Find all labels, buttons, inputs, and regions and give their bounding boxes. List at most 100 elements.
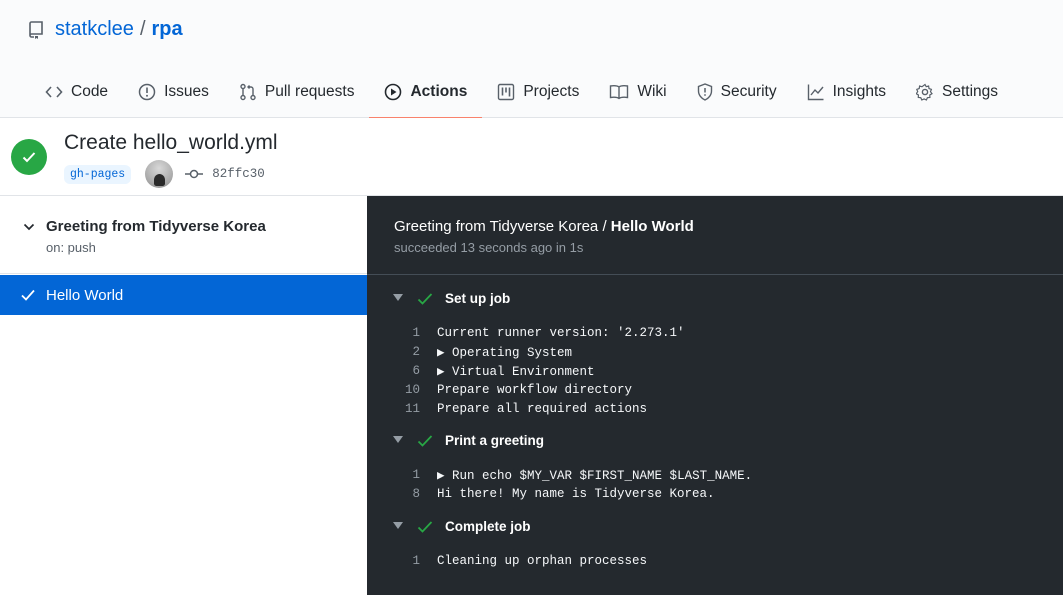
repo-icon <box>29 20 43 39</box>
log-header: Greeting from Tidyverse Korea / Hello Wo… <box>367 196 1063 275</box>
play-icon <box>385 83 402 101</box>
chevron-down-icon[interactable] <box>22 220 36 234</box>
line-number[interactable]: 10 <box>367 383 437 397</box>
log-line: 1 Cleaning up orphan processes <box>367 551 1063 570</box>
step-log-lines: 1 Cleaning up orphan processes <box>367 551 1063 570</box>
step-header[interactable]: Complete job <box>367 517 1063 539</box>
step-name: Complete job <box>445 519 531 534</box>
check-icon <box>417 435 433 447</box>
step-print-a-greeting: Print a greeting 1 ▶ Run echo $MY_VAR $FI… <box>367 431 1063 501</box>
log-line: 1 Current runner version: '2.273.1' <box>367 323 1063 342</box>
tab-settings[interactable]: Settings <box>901 66 1013 118</box>
job-log-panel: Greeting from Tidyverse Korea / Hello Wo… <box>367 196 1063 595</box>
workflow-name: Greeting from Tidyverse Korea <box>46 218 266 235</box>
repo-separator: / <box>139 18 146 40</box>
branch-label[interactable]: gh-pages <box>64 164 132 184</box>
step-header[interactable]: Print a greeting <box>367 431 1063 453</box>
run-meta: gh-pages 82ffc30 <box>64 160 265 188</box>
code-icon <box>45 86 63 98</box>
commit-icon <box>185 169 204 179</box>
step-log-lines: 1 ▶ Run echo $MY_VAR $FIRST_NAME $LAST_NA… <box>367 465 1063 503</box>
tab-pull-requests[interactable]: Pull requests <box>224 66 370 118</box>
issue-icon <box>138 83 156 101</box>
actions-run-page: statkclee / rpa Code Issues Pull request… <box>0 0 1063 595</box>
tab-wiki[interactable]: Wiki <box>594 66 681 118</box>
book-icon <box>610 85 629 100</box>
line-text: Current runner version: '2.273.1' <box>437 325 685 340</box>
line-text: Prepare all required actions <box>437 401 648 416</box>
check-icon <box>417 521 433 533</box>
log-status-text: succeeded 13 seconds ago in 1s <box>394 240 584 255</box>
tab-security[interactable]: Security <box>682 66 792 118</box>
line-number[interactable]: 8 <box>367 487 437 501</box>
line-text: Hi there! My name is Tidyverse Korea. <box>437 486 715 501</box>
tab-actions-label: Actions <box>410 83 468 100</box>
caret-down-icon[interactable] <box>393 522 403 530</box>
log-job-name: Hello World <box>610 218 694 235</box>
line-text: Cleaning up orphan processes <box>437 553 648 568</box>
line-text: Prepare workflow directory <box>437 382 633 397</box>
tab-code-label: Code <box>71 83 109 100</box>
tab-projects-label: Projects <box>523 83 580 100</box>
tab-insights[interactable]: Insights <box>792 66 901 118</box>
caret-down-icon[interactable] <box>393 294 403 302</box>
check-icon <box>22 152 36 163</box>
run-title: Create hello_world.yml <box>64 131 278 154</box>
repo-header: statkclee / rpa Code Issues Pull request… <box>0 0 1063 119</box>
line-text[interactable]: ▶ Run echo $MY_VAR $FIRST_NAME $LAST_NAM… <box>437 467 752 483</box>
check-icon <box>21 289 35 301</box>
log-line: 11 Prepare all required actions <box>367 399 1063 418</box>
line-number[interactable]: 2 <box>367 345 437 359</box>
log-line: 1 ▶ Run echo $MY_VAR $FIRST_NAME $LAST_NA… <box>367 465 1063 484</box>
step-set-up-job: Set up job 1 Current runner version: '2.2… <box>367 289 1063 416</box>
commit-sha[interactable]: 82ffc30 <box>212 167 265 181</box>
tab-wiki-label: Wiki <box>637 83 667 100</box>
workflow-group[interactable]: Greeting from Tidyverse Korea on: push <box>0 196 367 274</box>
graph-icon <box>807 84 824 101</box>
run-summary: Create hello_world.yml gh-pages 82ffc30 <box>0 118 1063 196</box>
gear-icon <box>916 83 933 101</box>
tab-projects[interactable]: Projects <box>482 66 594 118</box>
step-complete-job: Complete job 1 Cleaning up orphan process… <box>367 517 1063 568</box>
step-name: Set up job <box>445 291 511 306</box>
project-icon <box>498 83 515 101</box>
check-icon <box>417 293 433 305</box>
workflow-trigger: on: push <box>46 240 96 255</box>
caret-down-icon[interactable] <box>393 436 403 444</box>
step-header[interactable]: Set up job <box>367 289 1063 311</box>
workflow-sidebar: Greeting from Tidyverse Korea on: push H… <box>0 196 367 595</box>
pull-request-icon <box>240 83 256 101</box>
line-text[interactable]: ▶ Operating System <box>437 344 572 360</box>
repo-nav-tabs: Code Issues Pull requests Actions Projec… <box>30 66 1013 119</box>
job-name: Hello World <box>46 286 124 304</box>
repo-name-link[interactable]: rpa <box>152 18 183 41</box>
shield-icon <box>697 83 712 101</box>
line-number[interactable]: 11 <box>367 402 437 416</box>
repo-owner-link[interactable]: statkclee <box>55 18 134 41</box>
log-workflow-name: Greeting from Tidyverse Korea <box>394 218 599 235</box>
step-log-lines: 1 Current runner version: '2.273.1' 2 ▶ Op… <box>367 323 1063 418</box>
log-title: Greeting from Tidyverse Korea / Hello Wo… <box>394 218 694 235</box>
log-line: 10 Prepare workflow directory <box>367 380 1063 399</box>
line-number[interactable]: 1 <box>367 468 437 482</box>
avatar[interactable] <box>145 160 174 188</box>
log-separator: / <box>602 218 607 235</box>
line-number[interactable]: 1 <box>367 554 437 568</box>
tab-pull-requests-label: Pull requests <box>264 83 355 100</box>
tab-code[interactable]: Code <box>30 66 123 118</box>
tab-actions[interactable]: Actions <box>369 66 483 119</box>
log-line: 6 ▶ Virtual Environment <box>367 361 1063 380</box>
repo-title: statkclee / rpa <box>28 18 183 41</box>
tab-settings-label: Settings <box>942 83 999 100</box>
run-status-success <box>11 139 47 175</box>
tab-security-label: Security <box>720 83 777 100</box>
tab-issues[interactable]: Issues <box>123 66 224 118</box>
line-text[interactable]: ▶ Virtual Environment <box>437 363 595 379</box>
tab-insights-label: Insights <box>832 83 887 100</box>
tab-issues-label: Issues <box>164 83 209 100</box>
line-number[interactable]: 1 <box>367 326 437 340</box>
log-line: 8 Hi there! My name is Tidyverse Korea. <box>367 484 1063 503</box>
sidebar-item-hello-world[interactable]: Hello World <box>0 275 367 315</box>
line-number[interactable]: 6 <box>367 364 437 378</box>
log-line: 2 ▶ Operating System <box>367 342 1063 361</box>
